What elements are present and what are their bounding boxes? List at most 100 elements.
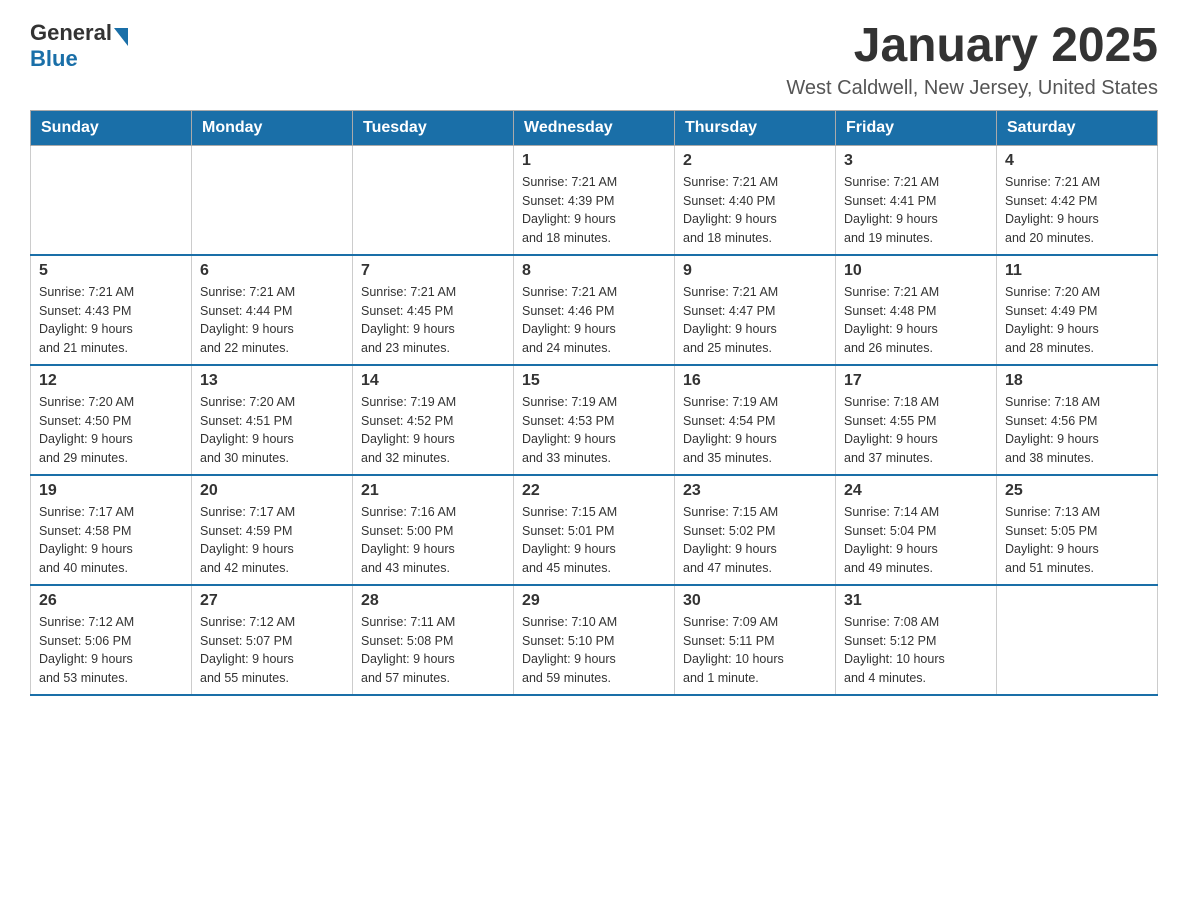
day-info: Sunrise: 7:18 AM Sunset: 4:55 PM Dayligh…: [844, 393, 988, 468]
day-info: Sunrise: 7:19 AM Sunset: 4:54 PM Dayligh…: [683, 393, 827, 468]
calendar-day-3: 3Sunrise: 7:21 AM Sunset: 4:41 PM Daylig…: [836, 145, 997, 255]
calendar-header-friday: Friday: [836, 110, 997, 145]
calendar-day-18: 18 Sunrise: 7:18 AM Sunset: 4:56 PM Dayli…: [997, 365, 1158, 475]
day-info: Sunrise: 7:20 AM Sunset: 4:49 PM Dayligh…: [1005, 283, 1149, 358]
calendar-day-2: 2 Sunrise: 7:21 AM Sunset: 4:40 PM Daylig…: [675, 145, 836, 255]
day-number: 29: [522, 592, 666, 610]
calendar-header-thursday: Thursday: [675, 110, 836, 145]
day-number: 24: [844, 482, 988, 500]
calendar-header-monday: Monday: [192, 110, 353, 145]
calendar-day-26: 26 Sunrise: 7:12 AM Sunset: 5:06 PM Dayli…: [31, 585, 192, 695]
calendar-week-row: 19 Sunrise: 7:17 AM Sunset: 4:58 PM Dayli…: [31, 475, 1158, 585]
calendar-day-30: 30 Sunrise: 7:09 AM Sunset: 5:11 PM Dayli…: [675, 585, 836, 695]
calendar-week-row: 12 Sunrise: 7:20 AM Sunset: 4:50 PM Dayli…: [31, 365, 1158, 475]
day-info: Sunrise: 7:20 AM Sunset: 4:50 PM Dayligh…: [39, 393, 183, 468]
day-number: 10: [844, 262, 988, 280]
day-info: Sunrise: 7:10 AM Sunset: 5:10 PM Dayligh…: [522, 613, 666, 688]
calendar-empty-cell: [192, 145, 353, 255]
calendar-day-9: 9 Sunrise: 7:21 AM Sunset: 4:47 PM Daylig…: [675, 255, 836, 365]
day-number: 6: [200, 262, 344, 280]
calendar-day-5: 5Sunrise: 7:21 AM Sunset: 4:43 PM Daylig…: [31, 255, 192, 365]
day-number: 14: [361, 372, 505, 390]
day-number: 17: [844, 372, 988, 390]
calendar-day-8: 8Sunrise: 7:21 AM Sunset: 4:46 PM Daylig…: [514, 255, 675, 365]
calendar-day-21: 21 Sunrise: 7:16 AM Sunset: 5:00 PM Dayli…: [353, 475, 514, 585]
day-number: 13: [200, 372, 344, 390]
calendar-header-row: SundayMondayTuesdayWednesdayThursdayFrid…: [31, 110, 1158, 145]
calendar-day-10: 10Sunrise: 7:21 AM Sunset: 4:48 PM Dayli…: [836, 255, 997, 365]
day-info: Sunrise: 7:08 AM Sunset: 5:12 PM Dayligh…: [844, 613, 988, 688]
calendar-empty-cell: [353, 145, 514, 255]
logo-general-text: General: [30, 20, 112, 46]
month-title: January 2025: [786, 20, 1158, 73]
day-number: 22: [522, 482, 666, 500]
day-info: Sunrise: 7:12 AM Sunset: 5:07 PM Dayligh…: [200, 613, 344, 688]
calendar-day-11: 11 Sunrise: 7:20 AM Sunset: 4:49 PM Dayli…: [997, 255, 1158, 365]
day-info: Sunrise: 7:16 AM Sunset: 5:00 PM Dayligh…: [361, 503, 505, 578]
day-info: Sunrise: 7:13 AM Sunset: 5:05 PM Dayligh…: [1005, 503, 1149, 578]
logo: General Blue: [30, 20, 128, 72]
calendar-empty-cell: [31, 145, 192, 255]
day-number: 4: [1005, 152, 1149, 170]
day-info: Sunrise: 7:14 AM Sunset: 5:04 PM Dayligh…: [844, 503, 988, 578]
calendar-day-20: 20Sunrise: 7:17 AM Sunset: 4:59 PM Dayli…: [192, 475, 353, 585]
calendar-week-row: 1 Sunrise: 7:21 AM Sunset: 4:39 PM Daylig…: [31, 145, 1158, 255]
day-info: Sunrise: 7:21 AM Sunset: 4:43 PM Dayligh…: [39, 283, 183, 358]
day-info: Sunrise: 7:21 AM Sunset: 4:40 PM Dayligh…: [683, 173, 827, 248]
calendar-empty-cell: [997, 585, 1158, 695]
calendar-day-31: 31Sunrise: 7:08 AM Sunset: 5:12 PM Dayli…: [836, 585, 997, 695]
day-info: Sunrise: 7:11 AM Sunset: 5:08 PM Dayligh…: [361, 613, 505, 688]
day-number: 9: [683, 262, 827, 280]
day-info: Sunrise: 7:21 AM Sunset: 4:47 PM Dayligh…: [683, 283, 827, 358]
day-number: 11: [1005, 262, 1149, 280]
calendar-day-27: 27 Sunrise: 7:12 AM Sunset: 5:07 PM Dayli…: [192, 585, 353, 695]
calendar-day-24: 24 Sunrise: 7:14 AM Sunset: 5:04 PM Dayli…: [836, 475, 997, 585]
page-header: General Blue January 2025 West Caldwell,…: [30, 20, 1158, 100]
day-number: 20: [200, 482, 344, 500]
calendar-day-13: 13 Sunrise: 7:20 AM Sunset: 4:51 PM Dayli…: [192, 365, 353, 475]
logo-triangle-icon: [114, 28, 128, 46]
day-info: Sunrise: 7:21 AM Sunset: 4:39 PM Dayligh…: [522, 173, 666, 248]
calendar-day-14: 14 Sunrise: 7:19 AM Sunset: 4:52 PM Dayli…: [353, 365, 514, 475]
calendar-header-wednesday: Wednesday: [514, 110, 675, 145]
day-info: Sunrise: 7:09 AM Sunset: 5:11 PM Dayligh…: [683, 613, 827, 688]
location-title: West Caldwell, New Jersey, United States: [786, 77, 1158, 100]
calendar-week-row: 26 Sunrise: 7:12 AM Sunset: 5:06 PM Dayli…: [31, 585, 1158, 695]
day-info: Sunrise: 7:21 AM Sunset: 4:41 PM Dayligh…: [844, 173, 988, 248]
day-number: 30: [683, 592, 827, 610]
logo-blue-text: Blue: [30, 46, 128, 72]
day-number: 16: [683, 372, 827, 390]
calendar-day-17: 17 Sunrise: 7:18 AM Sunset: 4:55 PM Dayli…: [836, 365, 997, 475]
day-number: 18: [1005, 372, 1149, 390]
day-number: 23: [683, 482, 827, 500]
day-number: 25: [1005, 482, 1149, 500]
day-info: Sunrise: 7:15 AM Sunset: 5:02 PM Dayligh…: [683, 503, 827, 578]
day-info: Sunrise: 7:21 AM Sunset: 4:44 PM Dayligh…: [200, 283, 344, 358]
day-number: 28: [361, 592, 505, 610]
day-info: Sunrise: 7:21 AM Sunset: 4:45 PM Dayligh…: [361, 283, 505, 358]
day-info: Sunrise: 7:20 AM Sunset: 4:51 PM Dayligh…: [200, 393, 344, 468]
day-info: Sunrise: 7:18 AM Sunset: 4:56 PM Dayligh…: [1005, 393, 1149, 468]
calendar-day-12: 12 Sunrise: 7:20 AM Sunset: 4:50 PM Dayli…: [31, 365, 192, 475]
day-number: 15: [522, 372, 666, 390]
day-number: 27: [200, 592, 344, 610]
day-info: Sunrise: 7:15 AM Sunset: 5:01 PM Dayligh…: [522, 503, 666, 578]
calendar-body: 1 Sunrise: 7:21 AM Sunset: 4:39 PM Daylig…: [31, 145, 1158, 695]
calendar-week-row: 5Sunrise: 7:21 AM Sunset: 4:43 PM Daylig…: [31, 255, 1158, 365]
day-number: 7: [361, 262, 505, 280]
calendar-day-16: 16 Sunrise: 7:19 AM Sunset: 4:54 PM Dayli…: [675, 365, 836, 475]
day-number: 1: [522, 152, 666, 170]
day-number: 19: [39, 482, 183, 500]
day-number: 8: [522, 262, 666, 280]
calendar-day-29: 29 Sunrise: 7:10 AM Sunset: 5:10 PM Dayli…: [514, 585, 675, 695]
day-info: Sunrise: 7:12 AM Sunset: 5:06 PM Dayligh…: [39, 613, 183, 688]
day-info: Sunrise: 7:17 AM Sunset: 4:58 PM Dayligh…: [39, 503, 183, 578]
day-number: 26: [39, 592, 183, 610]
day-info: Sunrise: 7:19 AM Sunset: 4:52 PM Dayligh…: [361, 393, 505, 468]
day-info: Sunrise: 7:21 AM Sunset: 4:42 PM Dayligh…: [1005, 173, 1149, 248]
calendar-day-7: 7 Sunrise: 7:21 AM Sunset: 4:45 PM Daylig…: [353, 255, 514, 365]
day-number: 21: [361, 482, 505, 500]
calendar-day-23: 23 Sunrise: 7:15 AM Sunset: 5:02 PM Dayli…: [675, 475, 836, 585]
day-number: 2: [683, 152, 827, 170]
day-number: 12: [39, 372, 183, 390]
